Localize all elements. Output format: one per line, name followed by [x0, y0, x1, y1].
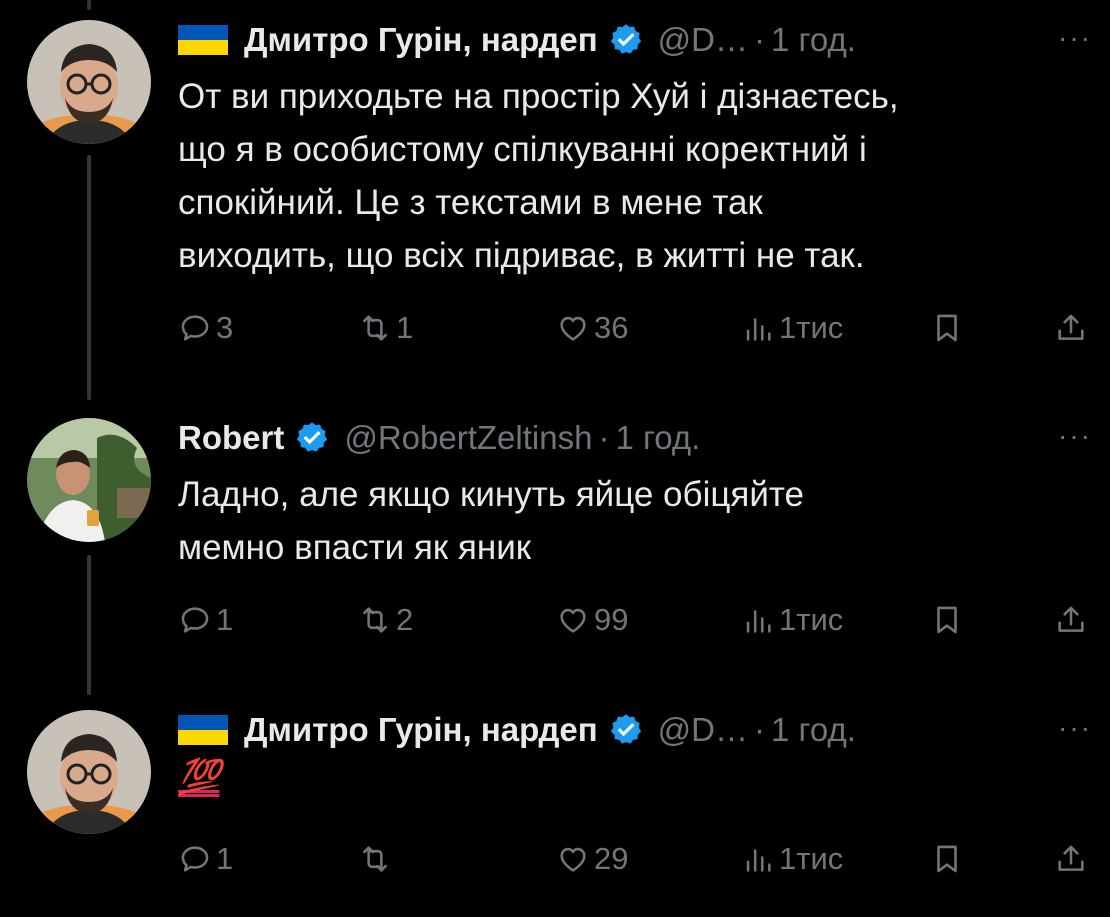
share-button[interactable]	[1054, 306, 1092, 350]
repost-button[interactable]	[358, 837, 396, 881]
tweet-text: Ладно, але якщо кинуть яйце обіцяйте мем…	[178, 475, 805, 567]
reply-icon	[181, 846, 209, 872]
repost-count: 2	[396, 602, 414, 637]
views-chart-icon	[746, 318, 771, 341]
avatar[interactable]	[27, 418, 151, 542]
like-count: 29	[594, 841, 629, 876]
ukraine-flag-icon	[178, 25, 228, 55]
reply-button[interactable]: 3	[178, 306, 233, 350]
action-bar: 1 29 1тис	[178, 837, 1093, 881]
reply-count: 1	[216, 841, 234, 876]
heart-icon	[560, 316, 586, 341]
views-button[interactable]: 1тис	[741, 306, 843, 350]
views-chart-icon	[746, 849, 771, 872]
reply-count: 3	[216, 310, 234, 345]
timestamp[interactable]: 1 год.	[771, 711, 856, 749]
author-handle[interactable]: @RobertZeltinsh	[344, 419, 592, 457]
share-button[interactable]	[1054, 837, 1092, 881]
bookmark-icon	[937, 314, 957, 342]
share-icon	[1058, 606, 1084, 632]
more-options-icon[interactable]: ···	[1058, 712, 1092, 744]
heart-icon	[560, 847, 586, 872]
timestamp[interactable]: 1 год.	[615, 419, 700, 457]
verified-badge-icon	[610, 24, 641, 54]
timestamp[interactable]: 1 год.	[771, 21, 856, 59]
author-name[interactable]: Дмитро Гурін, нардеп	[244, 711, 598, 749]
views-count: 1тис	[779, 310, 844, 345]
verified-badge-icon	[610, 714, 641, 744]
share-icon	[1058, 845, 1084, 871]
repost-icon	[363, 315, 387, 341]
action-bar: 3 1 36 1тис	[178, 306, 1093, 350]
author-name[interactable]: Дмитро Гурін, нардеп	[244, 21, 598, 59]
separator-dot: ·	[754, 21, 766, 58]
bookmark-button[interactable]	[930, 598, 968, 642]
hundred-points-emoji: 💯	[178, 758, 220, 796]
views-chart-icon	[746, 610, 771, 633]
avatar[interactable]	[27, 20, 151, 144]
share-button[interactable]	[1054, 598, 1092, 642]
separator-dot: ·	[754, 711, 766, 748]
bookmark-icon	[937, 606, 957, 634]
author-name[interactable]: Robert	[178, 419, 284, 457]
separator-dot: ·	[598, 419, 610, 456]
reply-icon	[181, 607, 209, 633]
tweet-header: Дмитро Гурін, нардеп @D… · 1 год.	[178, 18, 856, 62]
avatar[interactable]	[27, 710, 151, 834]
like-button[interactable]: 29	[556, 837, 628, 881]
like-count: 99	[594, 602, 629, 637]
tweet-header: Robert @RobertZeltinsh · 1 год.	[178, 416, 700, 460]
views-count: 1тис	[779, 841, 844, 876]
reply-icon	[181, 315, 209, 341]
share-icon	[1058, 314, 1084, 340]
repost-button[interactable]: 2	[358, 598, 413, 642]
like-count: 36	[594, 310, 629, 345]
author-handle[interactable]: @D…	[658, 711, 748, 749]
reply-count: 1	[216, 602, 234, 637]
author-handle[interactable]: @D…	[658, 21, 748, 59]
repost-icon	[363, 607, 387, 633]
action-bar: 1 2 99 1тис	[178, 598, 1093, 642]
tweet[interactable]: Robert @RobertZeltinsh · 1 год. ··· Ладн…	[0, 400, 1110, 695]
repost-button[interactable]: 1	[358, 306, 413, 350]
tweet[interactable]: Дмитро Гурін, нардеп @D… · 1 год. ··· 💯 …	[0, 695, 1110, 917]
tweet-text: От ви приходьте на простір Хуй і дізнаєт…	[178, 77, 899, 275]
tweet-header: Дмитро Гурін, нардеп @D… · 1 год.	[178, 708, 856, 752]
bookmark-icon	[937, 845, 957, 873]
heart-icon	[560, 608, 586, 633]
more-options-icon[interactable]: ···	[1058, 420, 1092, 452]
reply-button[interactable]: 1	[178, 837, 233, 881]
repost-icon	[363, 846, 387, 872]
views-button[interactable]: 1тис	[741, 837, 843, 881]
bookmark-button[interactable]	[930, 306, 968, 350]
like-button[interactable]: 99	[556, 598, 628, 642]
views-count: 1тис	[779, 602, 844, 637]
repost-count: 1	[396, 310, 414, 345]
views-button[interactable]: 1тис	[741, 598, 843, 642]
tweet[interactable]: Дмитро Гурін, нардеп @D… · 1 год. ··· От…	[0, 0, 1110, 400]
verified-badge-icon	[297, 422, 328, 452]
more-options-icon[interactable]: ···	[1058, 22, 1092, 54]
bookmark-button[interactable]	[930, 837, 968, 881]
reply-button[interactable]: 1	[178, 598, 233, 642]
ukraine-flag-icon	[178, 715, 228, 745]
like-button[interactable]: 36	[556, 306, 628, 350]
